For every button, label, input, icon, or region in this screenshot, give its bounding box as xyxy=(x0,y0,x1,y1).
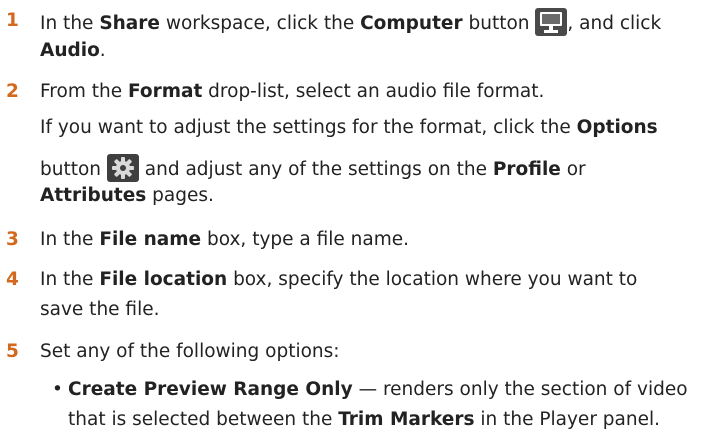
ui-term-format: Format xyxy=(127,81,203,102)
text: — renders only the section of video xyxy=(352,379,688,400)
bullet-text: that is selected between the Trim Marker… xyxy=(68,407,660,433)
step-number: 3 xyxy=(6,229,19,250)
ui-term-share: Share xyxy=(99,13,160,34)
step-text: In the Share workspace, click the Comput… xyxy=(40,8,661,37)
step-text: Attributes pages. xyxy=(40,183,214,209)
text: or xyxy=(560,159,586,180)
text: button xyxy=(40,159,107,180)
ui-term-profile: Profile xyxy=(492,159,561,180)
step-number: 4 xyxy=(6,269,19,290)
text: drop-list, select an audio file format. xyxy=(202,81,545,102)
step-text: From the Format drop-list, select an aud… xyxy=(40,79,544,105)
step-text: save the file. xyxy=(40,297,159,323)
computer-monitor-icon xyxy=(535,8,568,36)
step-text: Set any of the following options: xyxy=(40,339,340,365)
step-text: In the File name box, type a file name. xyxy=(40,227,409,253)
text: In the xyxy=(40,229,100,250)
ui-term-file-location: File location xyxy=(99,269,228,290)
text: workspace, click the xyxy=(159,13,361,34)
text: and adjust any of the settings on the xyxy=(138,159,493,180)
text: box, specify the location where you want… xyxy=(227,269,638,290)
step-number: 5 xyxy=(6,341,19,362)
text: that is selected between the xyxy=(68,409,339,430)
step-text: Audio. xyxy=(40,38,106,64)
step-text: In the File location box, specify the lo… xyxy=(40,267,637,293)
ui-term-computer: Computer xyxy=(360,13,463,34)
ui-term-create-preview-range-only: Create Preview Range Only xyxy=(68,379,353,400)
text: Set any of the following options: xyxy=(40,341,340,362)
text: save the file. xyxy=(40,299,160,320)
gear-icon xyxy=(106,154,139,182)
bullet-dot: • xyxy=(52,379,63,400)
step-text: If you want to adjust the settings for t… xyxy=(40,115,658,141)
text: . xyxy=(99,40,106,61)
ui-term-attributes: Attributes xyxy=(40,185,147,206)
text: From the xyxy=(40,81,128,102)
ui-term-audio: Audio xyxy=(40,40,100,61)
text: In the xyxy=(40,13,100,34)
text: box, type a file name. xyxy=(201,229,410,250)
text: , and click xyxy=(567,13,662,34)
step-number: 2 xyxy=(6,81,19,102)
ui-term-file-name: File name xyxy=(99,229,202,250)
step-text: button and adjust any of the settings on… xyxy=(40,154,586,183)
bullet-text: • Create Preview Range Only — renders onl… xyxy=(52,377,688,403)
text: pages. xyxy=(146,185,214,206)
ui-term-trim-markers: Trim Markers xyxy=(338,409,475,430)
text: button xyxy=(462,13,536,34)
step-number: 1 xyxy=(6,10,19,31)
ui-term-options: Options xyxy=(576,117,658,138)
text: If you want to adjust the settings for t… xyxy=(40,117,577,138)
text: In the xyxy=(40,269,100,290)
text: in the Player panel. xyxy=(474,409,661,430)
